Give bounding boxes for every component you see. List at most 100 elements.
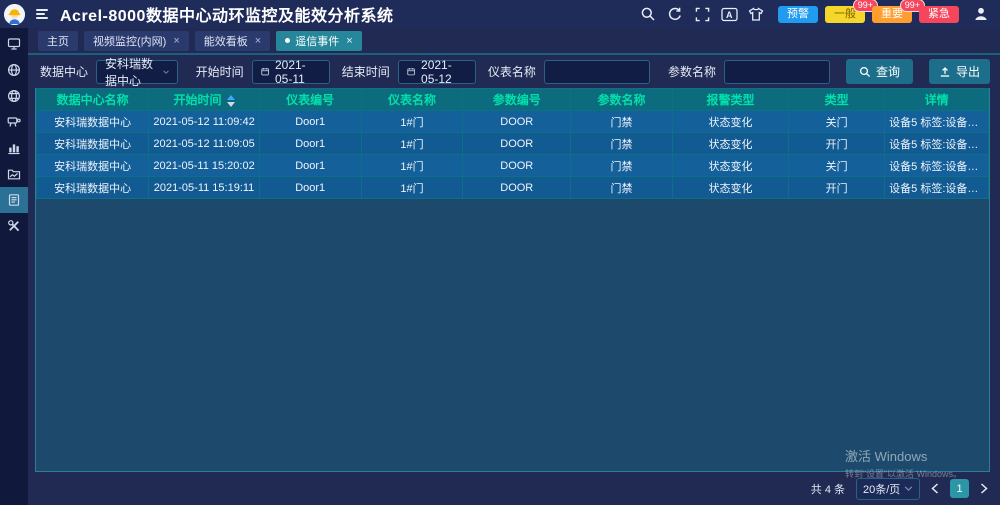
sidebar-item-document[interactable] <box>0 187 28 213</box>
table-cell: 开门 <box>789 133 885 155</box>
table-cell: 2021-05-11 15:19:11 <box>149 177 259 199</box>
table-cell: 2021-05-12 11:09:05 <box>149 133 259 155</box>
column-header: 数据中心名称 <box>37 89 149 111</box>
folder-chart-icon <box>7 167 21 181</box>
table-cell: 1#门 <box>361 111 463 133</box>
active-tab-dot <box>285 38 290 43</box>
search-icon[interactable] <box>639 5 657 23</box>
alarm-badge[interactable]: 重要99+ <box>872 6 912 23</box>
table-cell: Door1 <box>259 155 361 177</box>
page-size-select[interactable]: 20条/页 <box>856 478 920 500</box>
column-header: 详情 <box>885 89 989 111</box>
column-header: 仪表编号 <box>259 89 361 111</box>
table-cell: 开门 <box>789 177 885 199</box>
sidebar-item-tools[interactable] <box>0 213 28 239</box>
table-cell: 2021-05-11 15:20:02 <box>149 155 259 177</box>
table-panel: 数据中心名称开始时间仪表编号仪表名称参数编号参数名称报警类型类型详情 安科瑞数据… <box>35 88 990 472</box>
table-row[interactable]: 安科瑞数据中心2021-05-11 15:20:02Door11#门DOOR门禁… <box>37 155 989 177</box>
user-icon[interactable] <box>972 5 990 23</box>
alarm-badge[interactable]: 预警 <box>778 6 818 23</box>
monitor-icon <box>7 37 21 51</box>
tab-label: 遥信事件 <box>295 33 339 49</box>
tab-主页[interactable]: 主页 <box>38 31 78 51</box>
export-button[interactable]: 导出 <box>929 59 990 84</box>
app-title: Acrel-8000数据中心动环监控及能效分析系统 <box>60 2 393 26</box>
sidebar-item-globe2[interactable] <box>0 83 28 109</box>
globe2-icon <box>7 89 21 103</box>
total-count: 共 4 条 <box>811 481 845 497</box>
events-table: 数据中心名称开始时间仪表编号仪表名称参数编号参数名称报警类型类型详情 安科瑞数据… <box>36 88 989 199</box>
app-logo <box>4 4 25 25</box>
end-date-input[interactable]: 2021-05-12 <box>398 60 476 84</box>
table-cell: 安科瑞数据中心 <box>37 111 149 133</box>
font-size-icon[interactable]: A <box>720 5 738 23</box>
table-cell: 状态变化 <box>672 111 788 133</box>
tab-遥信事件[interactable]: 遥信事件 × <box>276 31 361 51</box>
datacenter-label: 数据中心 <box>40 63 88 80</box>
datacenter-select[interactable]: 安科瑞数据中心 <box>96 60 178 84</box>
meter-name-label: 仪表名称 <box>488 63 536 80</box>
search-icon <box>859 66 871 78</box>
table-cell: Door1 <box>259 111 361 133</box>
menu-toggle-icon[interactable] <box>36 9 48 19</box>
tab-label: 视频监控(内网) <box>93 33 166 49</box>
bar-chart-icon <box>7 141 21 155</box>
alarm-badge[interactable]: 一般99+ <box>825 6 865 23</box>
sidebar-item-camera[interactable] <box>0 109 28 135</box>
export-icon <box>939 66 951 77</box>
table-row[interactable]: 安科瑞数据中心2021-05-12 11:09:42Door11#门DOOR门禁… <box>37 111 989 133</box>
table-cell: DOOR <box>463 177 571 199</box>
start-date-input[interactable]: 2021-05-11 <box>252 60 330 84</box>
table-cell: 状态变化 <box>672 155 788 177</box>
current-page[interactable]: 1 <box>950 479 969 498</box>
datacenter-select-value: 安科瑞数据中心 <box>105 55 157 89</box>
filter-bar: 数据中心 安科瑞数据中心 开始时间 2021-05-11 结束时间 2021-0… <box>28 55 1000 88</box>
column-header: 报警类型 <box>672 89 788 111</box>
theme-icon[interactable] <box>747 5 765 23</box>
table-cell: 安科瑞数据中心 <box>37 155 149 177</box>
table-cell: 门禁 <box>571 177 673 199</box>
table-cell: Door1 <box>259 133 361 155</box>
sort-icon[interactable] <box>227 95 235 107</box>
page-size-value: 20条/页 <box>863 481 900 497</box>
tab-close-icon[interactable]: × <box>173 35 179 47</box>
refresh-icon[interactable] <box>666 5 684 23</box>
calendar-icon <box>407 66 415 77</box>
document-icon <box>7 193 21 207</box>
app-header: Acrel-8000数据中心动环监控及能效分析系统 A 预警一般99+ 重要99+… <box>0 0 1000 28</box>
sidebar-item-monitor[interactable] <box>0 31 28 57</box>
start-date-value: 2021-05-11 <box>275 58 321 86</box>
alarm-badges: 预警一般99+ 重要99+ 紧急 <box>778 6 959 23</box>
table-row[interactable]: 安科瑞数据中心2021-05-11 15:19:11Door11#门DOOR门禁… <box>37 177 989 199</box>
tab-能效看板[interactable]: 能效看板 × <box>195 31 270 51</box>
tab-close-icon[interactable]: × <box>255 35 261 47</box>
table-cell: 门禁 <box>571 155 673 177</box>
table-row[interactable]: 安科瑞数据中心2021-05-12 11:09:05Door11#门DOOR门禁… <box>37 133 989 155</box>
end-date-value: 2021-05-12 <box>421 58 467 86</box>
tab-视频监控(内网)[interactable]: 视频监控(内网) × <box>84 31 189 51</box>
pagination: 共 4 条 20条/页 1 <box>28 472 1000 505</box>
tab-close-icon[interactable]: × <box>346 35 352 47</box>
meter-name-input[interactable] <box>545 61 649 83</box>
start-time-label: 开始时间 <box>196 63 244 80</box>
table-cell: 2021-05-12 11:09:42 <box>149 111 259 133</box>
table-cell: 1#门 <box>361 177 463 199</box>
tab-label: 主页 <box>47 33 69 49</box>
prev-page-icon[interactable] <box>931 483 939 494</box>
query-button[interactable]: 查询 <box>846 59 913 84</box>
alarm-badge[interactable]: 紧急 <box>919 6 959 23</box>
sidebar-item-globe[interactable] <box>0 57 28 83</box>
tab-label: 能效看板 <box>204 33 248 49</box>
table-cell: 设备5 标签:设备5 类型... <box>885 133 989 155</box>
column-header[interactable]: 开始时间 <box>149 89 259 111</box>
table-cell: 状态变化 <box>672 133 788 155</box>
table-cell: 设备5 标签:设备5 类型... <box>885 111 989 133</box>
next-page-icon[interactable] <box>980 483 988 494</box>
fullscreen-icon[interactable] <box>693 5 711 23</box>
sidebar-item-folder-chart[interactable] <box>0 161 28 187</box>
svg-text:A: A <box>726 10 733 20</box>
param-name-input[interactable] <box>725 61 829 83</box>
column-header: 参数编号 <box>463 89 571 111</box>
sidebar-item-bar-chart[interactable] <box>0 135 28 161</box>
table-cell: 安科瑞数据中心 <box>37 177 149 199</box>
